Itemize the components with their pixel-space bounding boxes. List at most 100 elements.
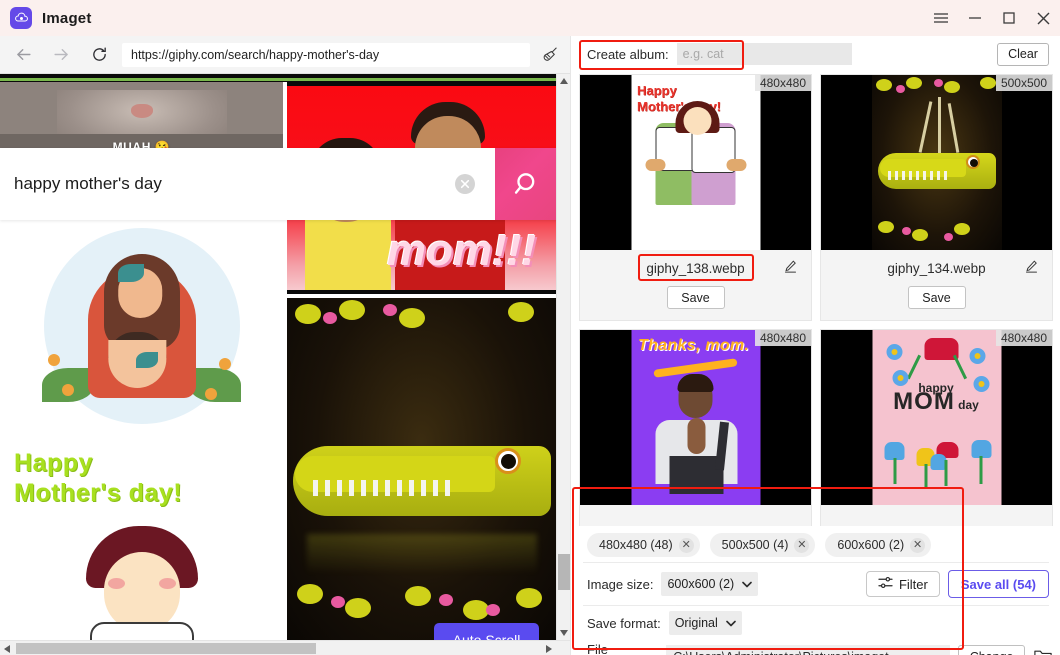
scroll-down-icon[interactable] [557,626,571,640]
image-filename[interactable]: giphy_134.webp [887,261,985,276]
vertical-scrollbar[interactable] [556,74,570,640]
image-thumbnail[interactable]: 500x500 [821,75,1052,250]
save-button-label: Save [681,290,710,305]
create-album-input[interactable] [676,43,852,65]
hmd-caption-line2: Mother's day! [14,479,183,507]
close-icon[interactable] [1026,3,1060,33]
maximize-icon[interactable] [992,3,1026,33]
image-thumbnail[interactable]: Thanks, mom. 480x480 [580,330,811,505]
hmd-cheek-art [108,578,125,589]
save-format-label: Save format: [587,615,661,631]
lilypad-art [508,302,534,322]
croc-pupil-art [501,454,516,469]
dimension-badge: 480x480 [995,330,1052,346]
lilypad-flower-art [383,304,397,316]
image-filename-row: giphy_138.webp [580,250,811,286]
size-filter-chips: 480x480 (48) ✕ 500x500 (4) ✕ 600x600 (2)… [579,528,1053,562]
horizontal-scrollbar[interactable] [0,640,570,655]
croc-reflection-art [307,534,537,574]
stem-art [979,456,982,484]
giphy-search-bar [0,148,559,220]
vertical-scroll-thumb[interactable] [558,554,570,590]
close-icon[interactable]: ✕ [910,537,926,553]
close-icon[interactable]: ✕ [678,537,694,553]
window-controls [924,0,1060,36]
forward-arrow-icon[interactable] [46,40,76,70]
flower-art [62,384,74,396]
gif-tile-crocodile[interactable] [287,298,556,640]
filter-chip[interactable]: 480x480 (48) ✕ [587,533,700,557]
save-button[interactable]: Save [666,286,725,309]
search-submit-button[interactable] [495,148,559,220]
file-location-row: File location: Change [579,640,1053,655]
file-location-input[interactable] [666,645,950,655]
minimize-icon[interactable] [958,3,992,33]
gif-tile-happy-mothers-day[interactable]: Happy Mother's day! [0,438,283,640]
search-input[interactable] [0,174,455,194]
stem-art [906,354,921,380]
hmd-cheek-art [159,578,176,589]
url-bar[interactable]: https://giphy.com/search/happy-mother's-… [122,42,530,67]
image-thumbnail[interactable]: happy MOM day 480x480 [821,330,1052,505]
lilypad-flower-art [943,233,953,241]
croc-teeth-art [313,480,483,496]
pencil-icon[interactable] [783,259,799,275]
image-card[interactable]: 500x500 giphy_134.webp Save [820,74,1053,321]
sliders-icon [878,576,893,592]
save-format-select[interactable]: Original [668,611,742,635]
image-size-label: Image size: [587,576,654,592]
lilypad-art [297,584,323,604]
image-card[interactable]: happy MOM day 480x480 [820,329,1053,526]
leaf-art [118,264,144,282]
lilypad-art [339,300,365,320]
title-bar: Imaget [0,0,1060,36]
lilypad-art [516,588,542,608]
image-filename-row: giphy_134.webp [821,250,1052,286]
back-arrow-icon[interactable] [8,40,38,70]
horizontal-scroll-thumb[interactable] [16,643,316,654]
lilypad-art [405,586,431,606]
lilypad-art [911,229,928,241]
save-format-value: Original [674,616,718,630]
broom-icon[interactable] [536,41,564,69]
filter-chip-label: 480x480 (48) [599,538,673,552]
save-button[interactable]: Save [907,286,966,309]
image-save-row: Save [821,286,1052,320]
menu-icon[interactable] [924,3,958,33]
save-all-label: Save all (54) [960,576,1036,592]
downloaded-images-grid: Happy Mother's day! 480x480 giphy_138.web… [579,74,1053,526]
imaget-side-panel: Create album: Clear HappyMother's day! [570,36,1060,655]
image-size-select[interactable]: 600x600 (2) [661,572,759,596]
image-card[interactable]: Thanks, mom. 480x480 [579,329,812,526]
image-filename-row [580,505,811,526]
reload-icon[interactable] [84,40,114,70]
filter-chip[interactable]: 500x500 (4) ✕ [709,533,816,557]
scroll-left-icon[interactable] [0,641,14,655]
scroll-up-icon[interactable] [557,74,571,88]
image-card[interactable]: Happy Mother's day! 480x480 giphy_138.web… [579,74,812,321]
close-icon[interactable]: ✕ [794,537,810,553]
close-circle-icon[interactable] [455,174,475,194]
image-filename[interactable]: giphy_138.webp [646,261,744,276]
filter-chip-label: 600x600 (2) [837,538,905,552]
thumb-text-line3: day [958,398,979,412]
thumb-text: happy MOM day [886,382,986,414]
lilypad-art [905,77,922,89]
mom-caption: mom!!! [387,226,537,275]
change-location-button[interactable]: Change [957,644,1026,655]
hmd-character-art [86,526,198,640]
filter-button[interactable]: Filter [865,571,940,597]
stem-art [944,460,947,486]
auto-scroll-badge[interactable]: Auto Scroll [434,623,539,640]
clear-button[interactable]: Clear [997,42,1049,66]
pencil-icon[interactable] [1024,259,1040,275]
thumbnail-art-thanks-mom: Thanks, mom. [631,330,760,505]
flower-art [48,354,60,366]
image-thumbnail[interactable]: Happy Mother's day! 480x480 [580,75,811,250]
filter-chip[interactable]: 600x600 (2) ✕ [825,533,932,557]
folder-icon[interactable] [1033,647,1053,655]
save-button-label: Save [922,290,951,305]
hands-art [687,418,705,454]
save-all-button[interactable]: Save all (54) [947,570,1049,598]
scroll-right-icon[interactable] [542,641,556,655]
